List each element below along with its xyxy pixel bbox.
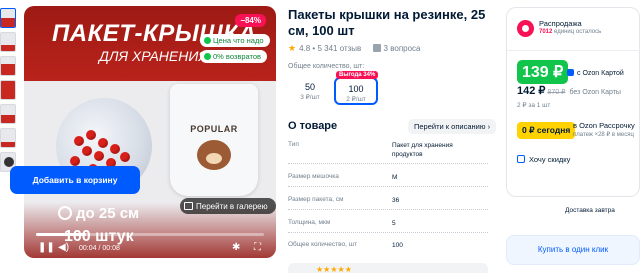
- go-to-description-button[interactable]: Перейти к описанию ›: [408, 119, 497, 134]
- play-icon: [4, 157, 14, 167]
- returns-pill: 0% возвратов: [200, 50, 268, 63]
- add-to-cart-button[interactable]: Добавить в корзину: [10, 166, 140, 194]
- thumbnail[interactable]: [0, 56, 16, 76]
- discount-badge: −84%: [235, 14, 266, 27]
- card-price: 139 ₽: [517, 60, 569, 84]
- size-caption: до 25 см: [58, 205, 139, 222]
- product-title: Пакеты крышки на резинке, 25 см, 100 шт: [288, 7, 486, 38]
- spec-label: Тип: [288, 141, 299, 148]
- check-icon: [204, 37, 211, 44]
- spec-label: Толщина, мкм: [288, 219, 331, 226]
- star-icon: ★★★★★: [316, 265, 352, 273]
- spec-label: Общее количество, шт: [288, 241, 357, 248]
- spec-value: Пакет для хранения продуктов: [392, 142, 453, 158]
- variant-label: Общее количество, шт:: [288, 63, 365, 70]
- reviews-link[interactable]: 5 341 отзыв: [317, 44, 361, 53]
- old-price: 870 ₽: [547, 89, 566, 96]
- sale-title: Распродажа: [539, 19, 582, 28]
- rating-value: 4.8: [299, 44, 311, 53]
- settings-icon[interactable]: ✱: [232, 242, 240, 253]
- divider: [288, 186, 488, 187]
- divider: [288, 232, 488, 233]
- spec-value: 100: [392, 242, 403, 249]
- variant-option-selected[interactable]: 100 2 ₽/шт: [334, 77, 378, 105]
- gallery-subtitle: ДЛЯ ХРАНЕНИЯ: [99, 48, 208, 64]
- divider: [288, 209, 488, 210]
- cherry: [98, 138, 108, 148]
- discount-icon: [517, 155, 525, 163]
- thumbnail[interactable]: [0, 32, 16, 52]
- regular-price: 142 ₽870 ₽ без Ozon Карты: [517, 85, 621, 97]
- diameter-icon: [58, 206, 72, 220]
- divider: [288, 163, 488, 164]
- buy-box: Распродажа 7012 единиц осталось 139 ₽ с …: [506, 7, 640, 197]
- thumbnail[interactable]: [0, 8, 16, 28]
- fullscreen-icon[interactable]: ⛶: [254, 242, 261, 253]
- bag-image: POPULAR: [170, 84, 258, 196]
- rating-row: ★ 4.8 • 5 341 отзыв 3 вопроса: [288, 43, 421, 53]
- spec-label: Размер пакета, см: [288, 196, 344, 203]
- spec-value: М: [392, 174, 398, 181]
- delivery-info: Доставка завтра: [565, 207, 615, 214]
- want-discount-link[interactable]: Хочу скидку: [517, 155, 570, 164]
- cherry: [120, 152, 130, 162]
- price-pill: Цена что надо: [200, 34, 270, 47]
- spec-label: Размер мешочка: [288, 173, 339, 180]
- cherry: [86, 130, 96, 140]
- sale-icon: [517, 20, 534, 37]
- question-icon: [372, 44, 381, 52]
- video-time: 00:04 / 00:08: [79, 245, 120, 252]
- installment-title[interactable]: в Ozon Рассрочку: [573, 121, 635, 130]
- about-heading: О товаре: [288, 120, 338, 132]
- chevron-right-icon: ›: [487, 122, 491, 131]
- buy-one-click-button[interactable]: Купить в один клик: [506, 235, 640, 265]
- open-gallery-button[interactable]: Перейти в галерею: [180, 198, 276, 214]
- cherry: [70, 156, 80, 166]
- gallery-icon: [184, 202, 193, 210]
- thumbnail-strip: [0, 8, 18, 176]
- bear-image: [197, 140, 231, 170]
- video-controls: ❚❚ ◀) 00:04 / 00:08 ✱ ⛶: [24, 238, 276, 258]
- cherry: [94, 151, 104, 161]
- questions-link[interactable]: 3 вопроса: [384, 44, 421, 53]
- installment-badge[interactable]: 0 ₽ сегодня: [517, 122, 576, 139]
- product-gallery[interactable]: ПАКЕТ-КРЫШКА ДЛЯ ХРАНЕНИЯ −84% Цена что …: [24, 6, 276, 258]
- star-icon: ★: [288, 43, 297, 53]
- cherry: [82, 146, 92, 156]
- card-price-note: с Ozon Картой: [567, 69, 624, 77]
- ozon-card-icon: [567, 69, 574, 76]
- reviews-preview: ★★★★★: [288, 263, 488, 273]
- divider: [507, 50, 640, 51]
- video-progress-fill: [36, 233, 87, 236]
- price-per-unit: 2 ₽ за 1 шт: [517, 102, 551, 109]
- cherry: [74, 136, 84, 146]
- thumbnail[interactable]: [0, 80, 16, 100]
- cherry: [110, 144, 120, 154]
- sale-stock: 7012 единиц осталось: [539, 29, 602, 35]
- installment-subtitle: платеж ×28 ₽ в месяц: [573, 132, 634, 138]
- benefit-badge: Выгода 34%: [336, 71, 379, 79]
- check-icon: [204, 53, 211, 60]
- thumbnail[interactable]: [0, 128, 16, 148]
- variant-option[interactable]: 50 3 ₽/шт: [288, 77, 332, 105]
- thumbnail[interactable]: [0, 104, 16, 124]
- video-progress-bar[interactable]: [36, 233, 264, 236]
- spec-value: 5: [392, 220, 396, 227]
- pause-icon[interactable]: ❚❚: [38, 242, 55, 253]
- spec-value: 36: [392, 197, 400, 204]
- volume-icon[interactable]: ◀): [58, 242, 69, 253]
- bag-print: POPULAR: [190, 124, 238, 134]
